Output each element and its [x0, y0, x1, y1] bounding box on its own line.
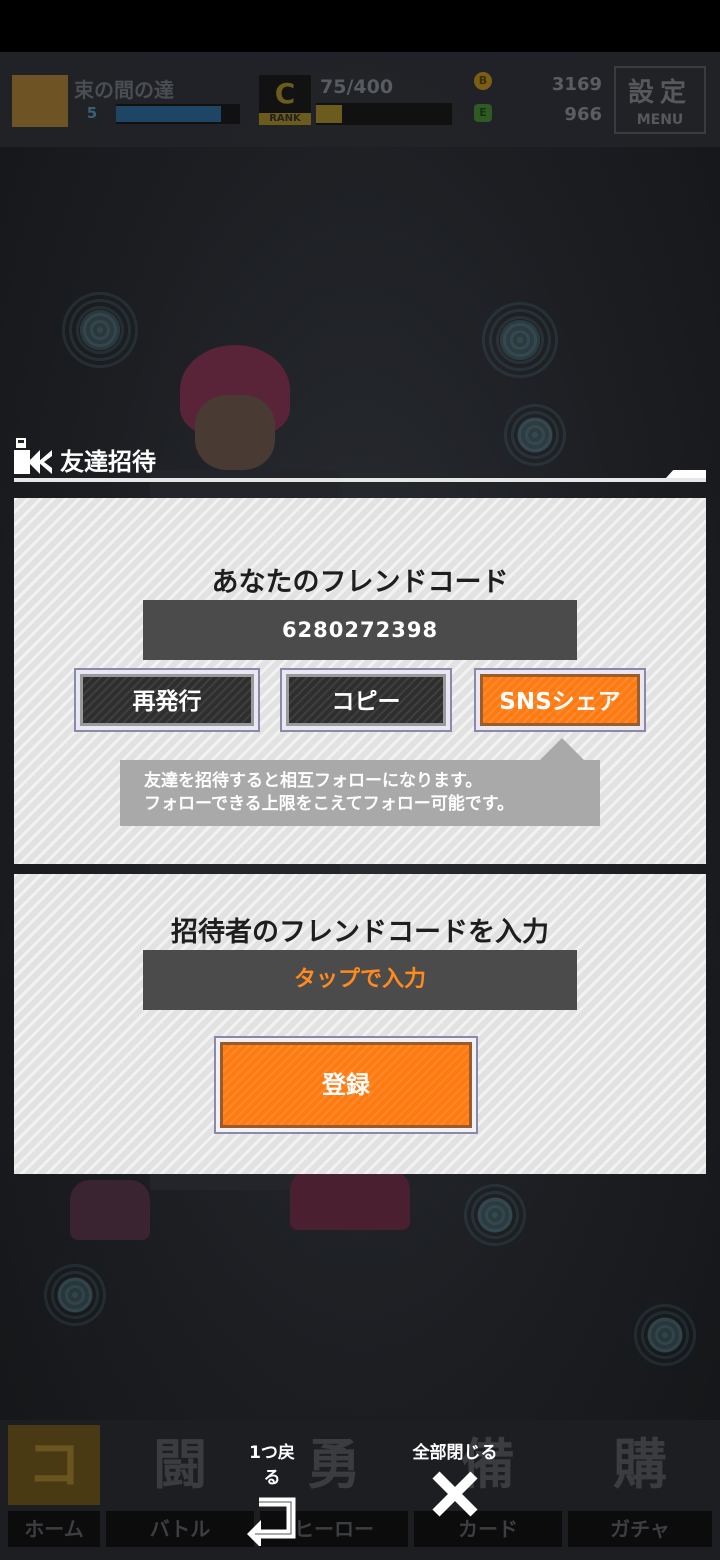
share-tooltip: 友達を招待すると相互フォローになります。 フォローできる上限をこえてフォロー可能…	[120, 760, 600, 826]
nav-battle-label: バトル	[106, 1511, 254, 1547]
tooltip-line-2: フォローできる上限をこえてフォロー可能です。	[144, 794, 515, 814]
background-dot-pattern	[630, 1300, 700, 1370]
dialog-header: 友達招待	[14, 438, 706, 484]
back-one-button[interactable]: 1つ戻る	[242, 1438, 302, 1546]
home-icon: コ	[8, 1425, 100, 1505]
stamina-bar	[316, 103, 452, 125]
register-label: 登録	[220, 1042, 472, 1128]
dialog-title: 友達招待	[60, 448, 156, 476]
xp-bar-fill	[116, 106, 222, 122]
nav-home-label: ホーム	[8, 1511, 100, 1547]
xp-bar	[116, 104, 240, 124]
player-name: 束の間の達	[74, 78, 174, 102]
header-divider-accent	[666, 470, 706, 478]
background-dot-pattern	[40, 1260, 110, 1330]
my-code-title: あなたのフレンドコード	[211, 567, 509, 598]
character-shoe-left	[70, 1180, 150, 1240]
character-shoe-right	[290, 1170, 410, 1230]
level-badge: 5	[86, 104, 98, 122]
gem-icon: E	[474, 104, 492, 122]
rank-icon: C RANK	[259, 75, 311, 125]
player-avatar[interactable]	[12, 75, 68, 127]
background-dot-pattern	[460, 1180, 530, 1250]
nav-battle[interactable]: 闘 バトル	[106, 1425, 254, 1553]
reissue-button[interactable]: 再発行	[74, 668, 260, 732]
coin-icon: B	[474, 72, 492, 90]
settings-menu-button[interactable]: 設定 MENU	[614, 66, 706, 134]
stamina-bar-fill	[316, 105, 342, 123]
return-arrow-icon	[247, 1497, 296, 1546]
header-divider	[14, 478, 706, 482]
screen: 束の間の達 5 C RANK 75/400 B E 3169 966 設定 MEN…	[0, 0, 720, 1560]
coin-count: 3169	[551, 74, 602, 95]
friend-code-input[interactable]: タップで入力	[143, 950, 577, 1010]
register-button[interactable]: 登録	[214, 1036, 478, 1134]
nav-gacha[interactable]: 購 ガチャ	[568, 1425, 712, 1553]
back-arrow-icon	[14, 438, 52, 474]
battle-icon: 闘	[153, 1433, 207, 1496]
friend-code-display: 6280272398	[143, 600, 577, 660]
reissue-label: 再発行	[80, 674, 254, 726]
settings-label: 設定	[627, 78, 692, 108]
tooltip-line-1: 友達を招待すると相互フォローになります。	[144, 771, 483, 791]
copy-button[interactable]: コピー	[280, 668, 452, 732]
tooltip-arrow	[540, 738, 584, 760]
copy-label: コピー	[286, 674, 446, 726]
sns-share-label: SNSシェア	[480, 674, 640, 726]
close-all-label: 全部閉じる	[412, 1443, 498, 1463]
nav-gacha-label: ガチャ	[568, 1511, 712, 1547]
rank-letter: C	[274, 77, 296, 110]
stamina-text: 75/400	[320, 76, 394, 98]
close-icon	[432, 1471, 478, 1517]
menu-label: MENU	[636, 112, 684, 128]
status-bar	[0, 0, 720, 52]
back-one-label: 1つ戻る	[249, 1443, 295, 1488]
gem-count: 966	[564, 104, 602, 125]
enter-code-title: 招待者のフレンドコードを入力	[171, 917, 549, 948]
sns-share-button[interactable]: SNSシェア	[474, 668, 646, 732]
gacha-icon: 購	[613, 1433, 667, 1496]
background-dot-pattern	[60, 290, 140, 370]
rank-label: RANK	[259, 113, 311, 125]
nav-home[interactable]: コ ホーム	[8, 1425, 100, 1553]
background-dot-pattern	[480, 300, 560, 380]
close-all-button[interactable]: 全部閉じる	[400, 1438, 510, 1519]
